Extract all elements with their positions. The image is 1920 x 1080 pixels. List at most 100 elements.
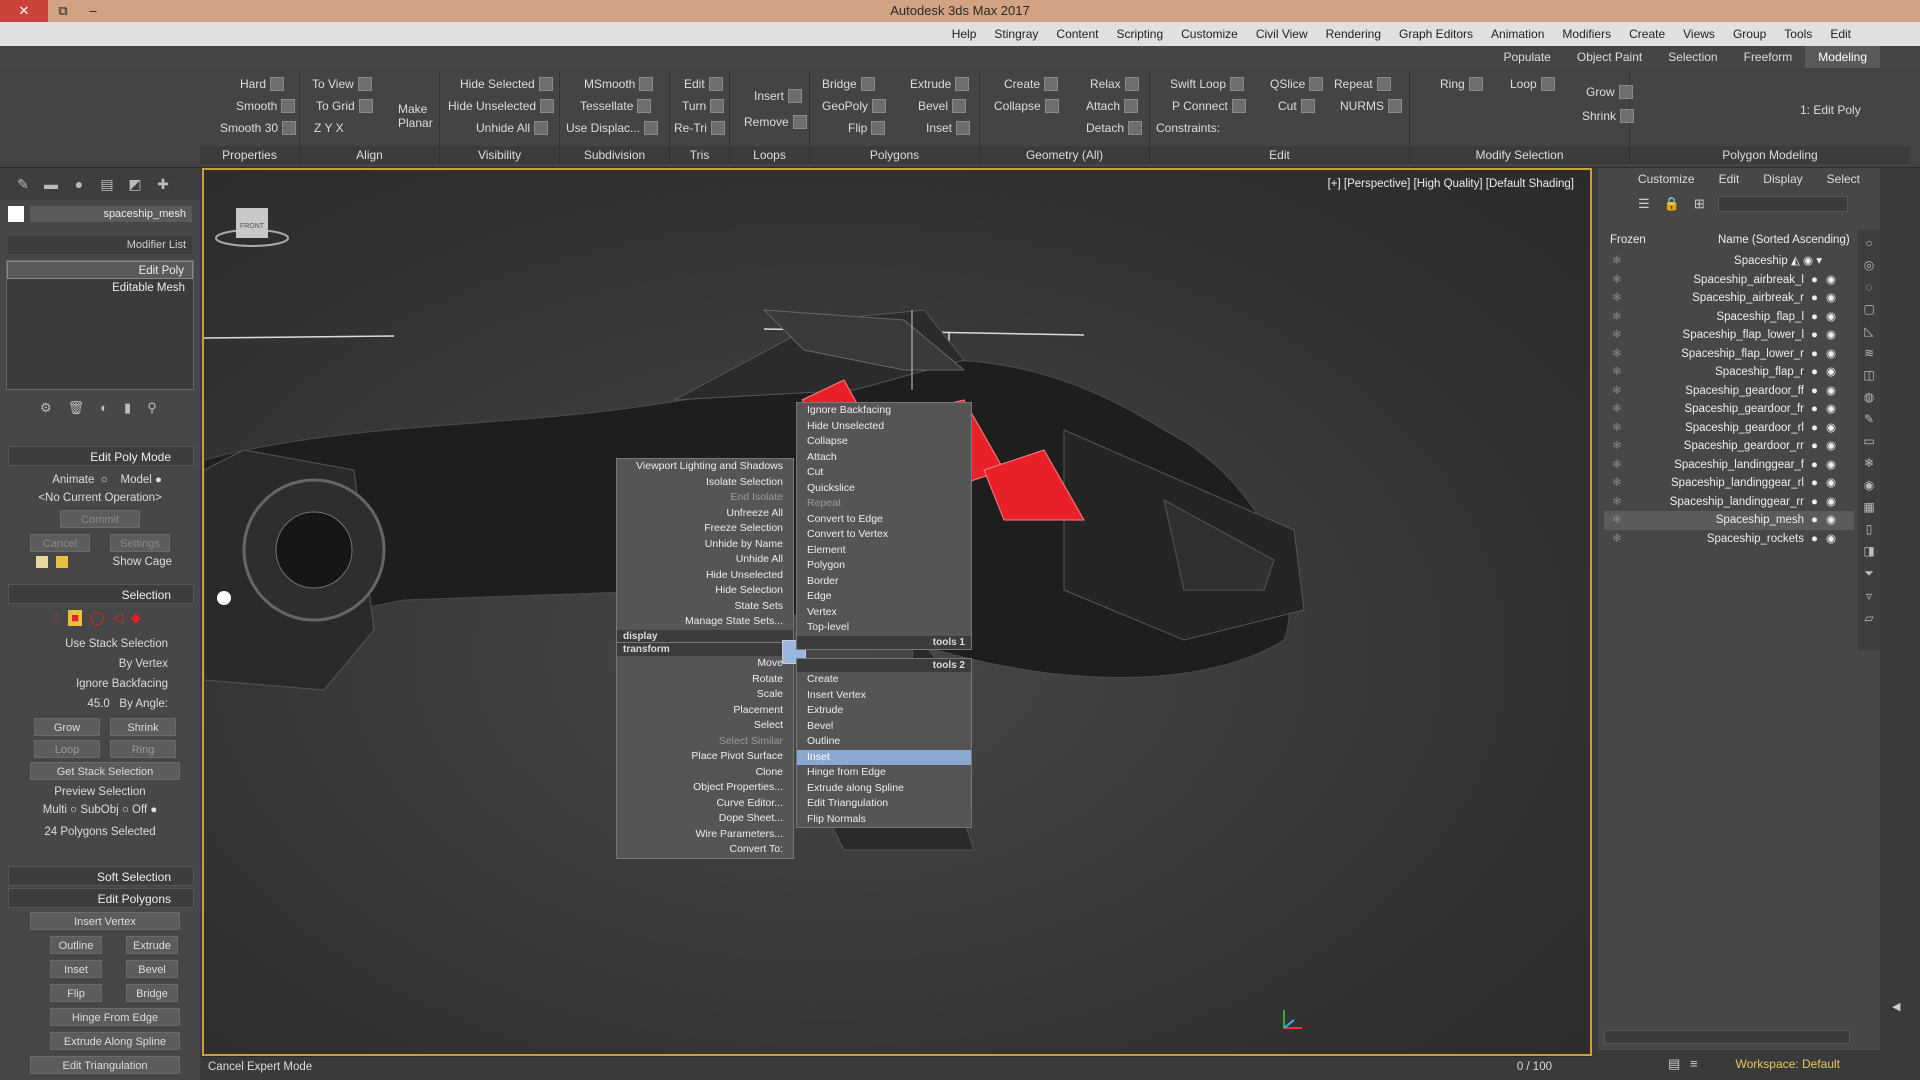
frozen-icon[interactable]: ❄ [1612, 419, 1622, 438]
stack-item-edit-poly[interactable]: Edit Poly [7, 261, 193, 279]
tree-item-root[interactable]: ❄ Spaceship ◭ ◉ ▾ [1604, 252, 1854, 271]
layers-icon[interactable]: ≡ [1690, 1056, 1698, 1071]
tree-item[interactable]: ❄ Spaceship_flap_l ● ◉ [1604, 308, 1854, 327]
none-filter-icon[interactable]: ▯ [1866, 522, 1873, 536]
object-color-swatch[interactable] [8, 206, 24, 222]
quad-item[interactable]: Collapse [797, 434, 971, 450]
ring-button[interactable]: Ring [1440, 74, 1483, 94]
shapes-filter-icon[interactable]: ◎ [1864, 258, 1874, 272]
by-vertex-checkbox[interactable]: By Vertex [8, 654, 192, 674]
funnel-icon[interactable]: ⏷ [1864, 566, 1874, 581]
quad-item[interactable]: Unfreeze All [617, 506, 793, 522]
flip-button[interactable]: Flip [848, 118, 886, 138]
extrude-button[interactable]: Extrude [126, 936, 178, 954]
rollout-edit-poly-mode[interactable]: Edit Poly Mode [8, 446, 194, 466]
frame-counter[interactable]: 0 / 100 [1517, 1061, 1552, 1073]
workspace-selector[interactable]: Workspace: Default [1736, 1057, 1841, 1071]
visibility-icon[interactable]: ◉ [1826, 289, 1836, 308]
frozen-icon[interactable]: ❄ [1612, 437, 1622, 456]
quad-item[interactable]: Bevel [797, 719, 971, 735]
frozen-icon[interactable]: ❄ [1612, 345, 1622, 364]
tree-item[interactable]: ❄ Spaceship_airbreak_l ● ◉ [1604, 271, 1854, 290]
inset-button[interactable]: Inset [50, 960, 102, 978]
cut-button[interactable]: Cut [1278, 96, 1315, 116]
quad-item[interactable]: Convert to Edge [797, 512, 971, 528]
cancel-expert-mode[interactable]: Cancel Expert Mode [208, 1061, 312, 1073]
cancel-button[interactable]: Cancel [30, 534, 90, 552]
swift-loop-button[interactable]: Swift Loop [1170, 74, 1245, 94]
helpers-filter-icon[interactable]: ◺ [1864, 324, 1873, 338]
create-icon[interactable]: ✚ [154, 176, 172, 192]
tab-freeform[interactable]: Freeform [1731, 46, 1806, 68]
menu-content[interactable]: Content [1047, 27, 1107, 41]
quad-item[interactable]: Unhide All [617, 552, 793, 568]
rollout-selection[interactable]: Selection [8, 584, 194, 604]
menu-tools[interactable]: Tools [1775, 27, 1821, 41]
quad-item[interactable]: Vertex [797, 605, 971, 621]
quad-item-highlighted[interactable]: Inset [797, 749, 971, 765]
remove-loop-button[interactable]: Remove [744, 112, 807, 132]
menu-help[interactable]: Help [943, 27, 986, 41]
bevel-button[interactable]: Bevel [918, 96, 967, 116]
quad-item[interactable]: Flip Normals [797, 812, 971, 828]
menu-civil-view[interactable]: Civil View [1247, 27, 1317, 41]
settings-button[interactable]: Settings [110, 534, 170, 552]
shrink-button[interactable]: Shrink [1582, 106, 1635, 126]
minimize-button[interactable]: – [78, 0, 108, 22]
explorer-menu-edit[interactable]: Edit [1719, 172, 1740, 186]
frozen-icon[interactable]: ❄ [1612, 400, 1622, 419]
quad-item[interactable]: Repeat [797, 496, 971, 512]
viewport-label[interactable]: [+] [Perspective] [High Quality] [Defaul… [1328, 178, 1574, 190]
layer-icon[interactable]: ▱ [1864, 611, 1873, 625]
quad-item[interactable]: Element [797, 543, 971, 559]
quad-item[interactable]: Object Properties... [617, 780, 793, 796]
collapse-button[interactable]: Collapse [994, 96, 1059, 116]
frozen-icon[interactable]: ❄ [1612, 530, 1622, 549]
visibility-icon[interactable]: ◉ [1826, 493, 1836, 512]
menu-customize[interactable]: Customize [1172, 27, 1247, 41]
inset-button[interactable]: Inset [926, 118, 971, 138]
bridge-button[interactable]: Bridge [126, 984, 178, 1002]
viewcube[interactable]: FRONT [215, 208, 289, 247]
quad-item[interactable]: Scale [617, 687, 793, 703]
visibility-icon[interactable]: ◉ [1826, 363, 1836, 382]
frozen-icon[interactable]: ❄ [1612, 252, 1622, 271]
tree-item[interactable]: ❄ Spaceship_airbreak_r ● ◉ [1604, 289, 1854, 308]
angle-value[interactable]: 45.0 [87, 698, 109, 710]
pin-stack-icon[interactable]: ⚲ [147, 400, 157, 416]
menu-edit[interactable]: Edit [1821, 27, 1860, 41]
menu-create[interactable]: Create [1620, 27, 1674, 41]
edit-tri-button[interactable]: Edit [684, 74, 723, 94]
visibility-icon[interactable]: ◉ [1826, 437, 1836, 456]
all-filter-icon[interactable]: ▦ [1863, 500, 1874, 514]
quad-item[interactable]: Hide Selection [617, 583, 793, 599]
preview-selection-radio[interactable]: Multi ○ SubObj ○ Off ● [8, 800, 192, 820]
bridge-button[interactable]: Bridge [822, 74, 875, 94]
object-name-field[interactable]: spaceship_mesh [30, 206, 192, 222]
quad-item[interactable]: Outline [797, 734, 971, 750]
quad-item[interactable]: Manage State Sets... [617, 614, 793, 630]
tree-item[interactable]: ❄ Spaceship_landinggear_f ● ◉ [1604, 456, 1854, 475]
hard-button[interactable]: Hard [240, 74, 285, 94]
quad-item[interactable]: State Sets [617, 599, 793, 615]
frozen-icon[interactable]: ❄ [1612, 456, 1622, 475]
frozen-icon[interactable]: ❄ [1612, 474, 1622, 493]
quad-item[interactable]: Place Pivot Surface [617, 749, 793, 765]
edge-level-icon[interactable]: ◁ [113, 610, 123, 626]
flip-button[interactable]: Flip [50, 984, 102, 1002]
visibility-icon[interactable]: ◉ [1826, 382, 1836, 401]
show-cage-checkbox[interactable]: Show Cage [8, 552, 192, 572]
lights-filter-icon[interactable]: ◌ [1865, 280, 1872, 294]
configure-icon[interactable]: ⚙ [40, 400, 52, 416]
insert-vertex-button[interactable]: Insert Vertex [30, 912, 180, 930]
visibility-icon[interactable]: ◉ [1826, 326, 1836, 345]
modify-icon[interactable]: ◩ [126, 176, 144, 192]
rollout-soft-selection[interactable]: Soft Selection [8, 866, 194, 886]
tree-item[interactable]: ❄ Spaceship_geardoor_fr ● ◉ [1604, 400, 1854, 419]
quad-item[interactable]: Curve Editor... [617, 796, 793, 812]
invert-filter-icon[interactable]: ◨ [1863, 544, 1874, 558]
detach-button[interactable]: Detach [1086, 118, 1143, 138]
insert-loop-button[interactable]: Insert [754, 86, 803, 106]
p-connect-button[interactable]: P Connect [1172, 96, 1246, 116]
border-level-icon[interactable]: ◯ [90, 610, 105, 626]
